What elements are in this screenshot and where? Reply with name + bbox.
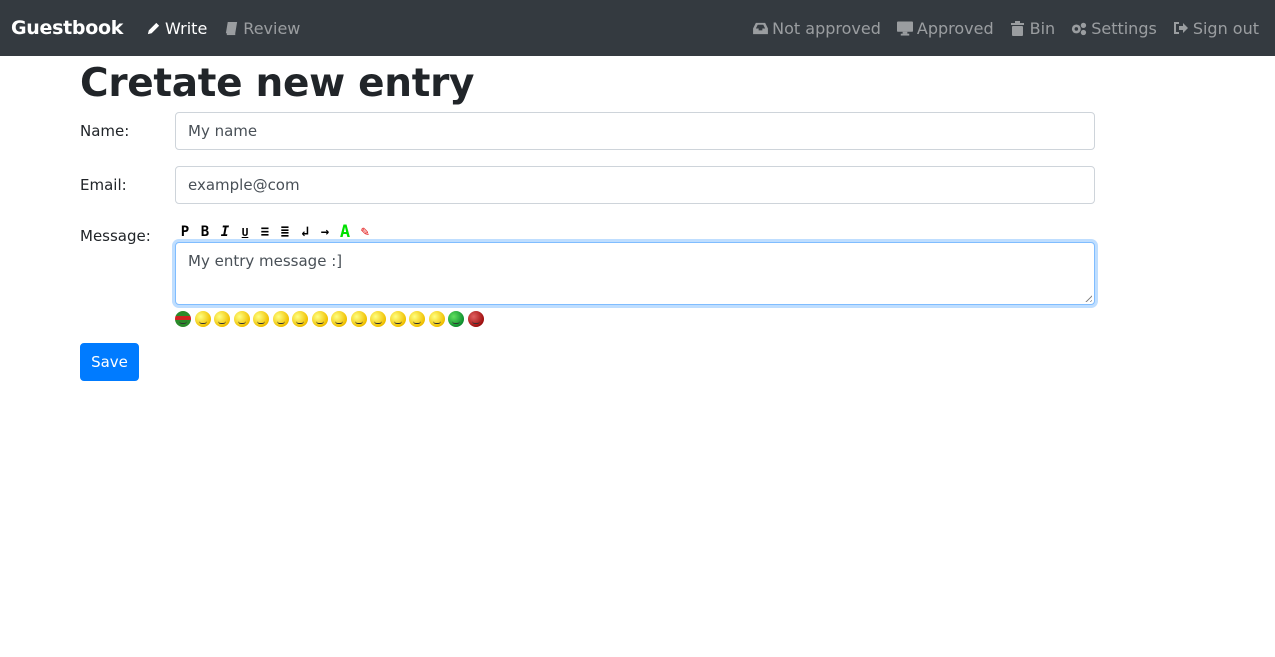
nav-sign-out[interactable]: Sign out (1173, 19, 1259, 38)
nav-settings[interactable]: Settings (1071, 19, 1157, 38)
book-icon (223, 20, 239, 36)
inbox-icon (752, 20, 768, 36)
smiley-blush-icon[interactable] (272, 311, 289, 327)
name-label: Name: (80, 122, 130, 140)
desktop-icon (896, 20, 913, 36)
save-button[interactable]: Save (80, 343, 139, 381)
brush-icon[interactable]: ✎ (355, 223, 375, 241)
nav-settings-label: Settings (1091, 18, 1157, 38)
nav-approved[interactable]: Approved (896, 18, 994, 38)
gears-icon (1071, 20, 1087, 36)
name-input[interactable]: My name (175, 112, 1095, 150)
brand-logo[interactable]: Guestbook (11, 17, 123, 39)
smiley-wink-icon[interactable] (253, 311, 269, 327)
smiley-neutral-icon[interactable] (214, 311, 230, 327)
line-break-icon[interactable]: ↲ (295, 223, 315, 241)
message-text: My entry message :] (188, 252, 343, 270)
nav-bin-label: Bin (1029, 18, 1056, 38)
align-center-icon[interactable]: ≡ (255, 223, 275, 241)
smiley-spots-icon[interactable] (370, 311, 386, 327)
trash-icon (1010, 20, 1026, 36)
sign-out-icon (1173, 20, 1189, 36)
smiley-worried-icon[interactable] (428, 311, 445, 327)
nav-review-label: Review (243, 18, 301, 38)
navbar: Guestbook Write Review Not approved Appr… (0, 0, 1275, 56)
nav-write[interactable]: Write (145, 19, 207, 38)
pencil-icon (145, 20, 161, 36)
nav-bin[interactable]: Bin (1010, 18, 1056, 38)
font-color-icon[interactable]: A (335, 222, 355, 242)
underline-icon[interactable]: U (235, 223, 255, 241)
message-row: Message: P B I U ≡ ≣ ↲ → A ✎ My entry me… (80, 220, 1275, 327)
nav-approved-label: Approved (916, 18, 994, 38)
email-input[interactable]: example@com (175, 166, 1095, 204)
smiley-frog-icon[interactable] (175, 311, 191, 327)
italic-icon[interactable]: I (215, 223, 235, 241)
align-right-icon[interactable]: ≣ (275, 223, 295, 241)
smiley-smile-icon[interactable] (194, 311, 211, 327)
message-textarea[interactable]: My entry message :] (175, 242, 1095, 305)
smiley-bar (175, 311, 1095, 327)
page-title: Cretate new entry (80, 61, 475, 106)
email-label: Email: (80, 176, 127, 194)
main-content: Cretate new entry Name: My name Email: e… (0, 56, 1275, 381)
format-toolbar: P B I U ≡ ≣ ↲ → A ✎ (175, 220, 1095, 242)
email-row: Email: example@com (80, 166, 1275, 204)
message-label: Message: (80, 227, 151, 245)
smiley-neutral-2-icon[interactable] (233, 311, 250, 327)
name-row: Name: My name (80, 112, 1275, 150)
smiley-sad-icon[interactable] (409, 311, 425, 327)
smiley-eyes-icon[interactable] (331, 311, 347, 327)
message-editor: P B I U ≡ ≣ ↲ → A ✎ My entry message :] (175, 220, 1095, 327)
bold-icon[interactable]: B (195, 223, 215, 241)
nav-review[interactable]: Review (223, 19, 300, 38)
smiley-dead-icon[interactable] (389, 311, 406, 327)
resize-handle[interactable] (1083, 293, 1092, 302)
smiley-smile-2-icon[interactable] (350, 311, 367, 327)
indent-icon[interactable]: → (315, 223, 335, 241)
nav-write-label: Write (165, 18, 208, 38)
smiley-sick-icon[interactable] (448, 311, 464, 327)
nav-right: Not approved Approved Bin Settings Sign … (736, 19, 1259, 38)
nav-not-approved-label: Not approved (772, 18, 881, 38)
nav-sign-out-label: Sign out (1192, 18, 1259, 38)
smiley-laugh-icon[interactable] (311, 311, 328, 327)
smiley-grin-icon[interactable] (292, 311, 308, 327)
nav-not-approved[interactable]: Not approved (752, 19, 881, 38)
paragraph-icon[interactable]: P (175, 223, 195, 241)
smiley-angry-icon[interactable] (467, 311, 484, 327)
